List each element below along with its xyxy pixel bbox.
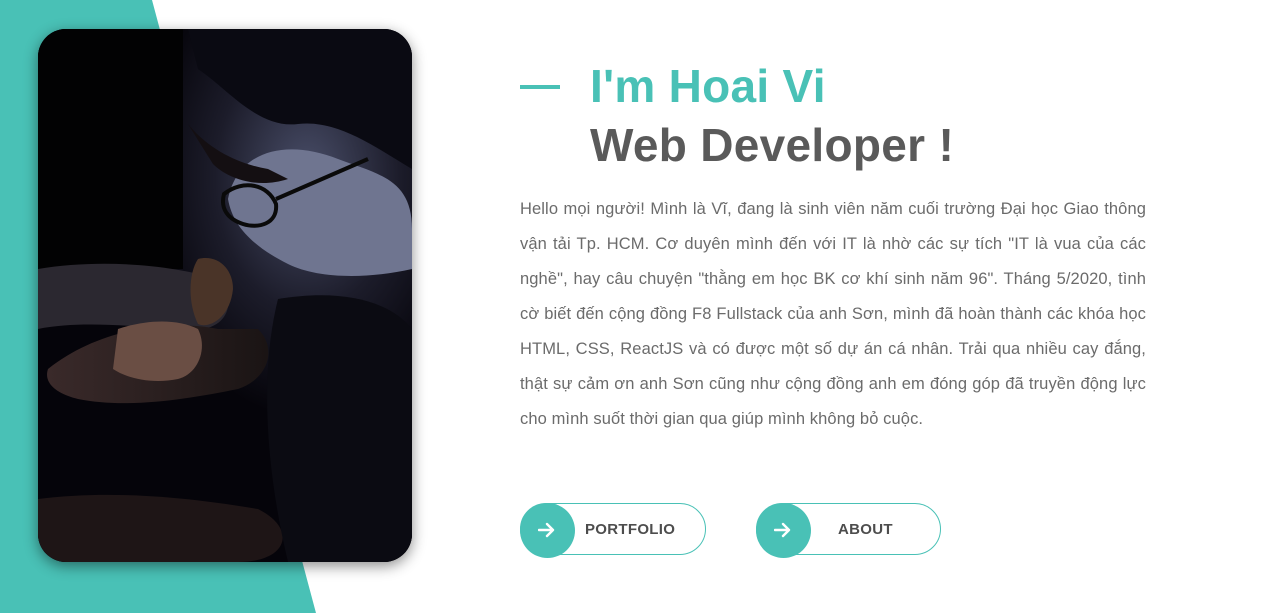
intro-content: I'm Hoai Vi Web Developer ! Hello mọi ng… <box>520 58 1146 454</box>
title-dash-decoration <box>520 85 560 89</box>
about-button[interactable]: ABOUT <box>755 502 941 558</box>
arrow-right-icon <box>755 502 811 558</box>
arrow-right-icon <box>519 502 575 558</box>
hero-role: Web Developer ! <box>590 119 955 171</box>
portfolio-button-label: PORTFOLIO <box>585 520 676 538</box>
profile-photo-image <box>38 29 412 562</box>
hero-section: I'm Hoai Vi Web Developer ! Hello mọi ng… <box>0 0 1262 613</box>
cta-buttons: PORTFOLIO ABOUT <box>519 502 941 558</box>
hero-name: I'm Hoai Vi <box>590 60 826 112</box>
title-row: I'm Hoai Vi <box>520 58 1146 114</box>
portfolio-button[interactable]: PORTFOLIO <box>519 502 706 558</box>
intro-paragraph: Hello mọi người! Mình là Vĩ, đang là sin… <box>520 200 1146 428</box>
about-button-label: ABOUT <box>838 520 893 538</box>
profile-photo <box>38 29 412 562</box>
